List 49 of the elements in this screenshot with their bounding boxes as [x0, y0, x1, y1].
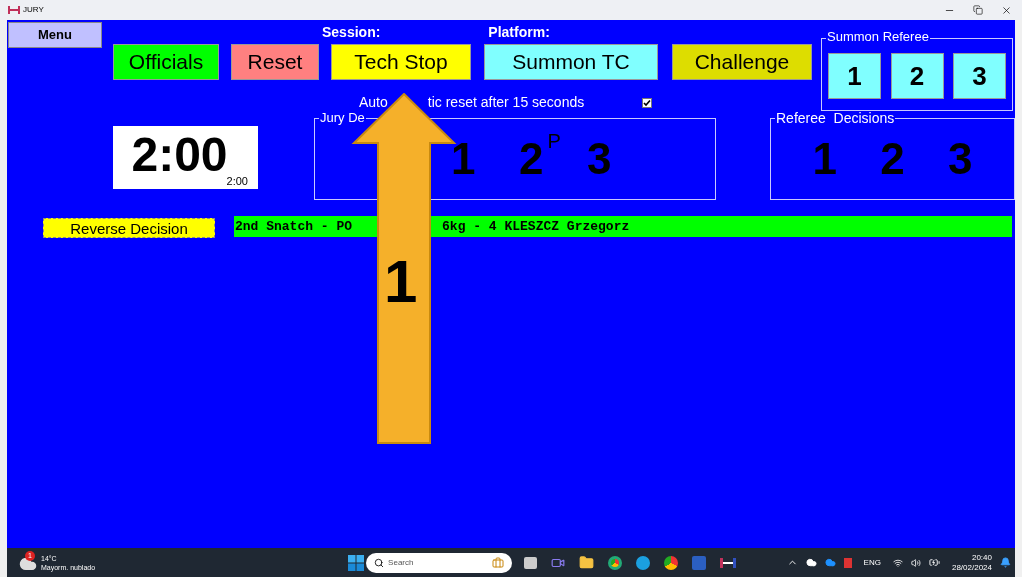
task-view-icon[interactable]	[524, 556, 538, 569]
session-label: Session:	[322, 22, 381, 42]
platform-label: Platform:	[488, 22, 550, 42]
group-title: Summon Referee	[826, 30, 930, 43]
action-button[interactable]: Officials	[113, 44, 219, 80]
auto-reset-checkbox[interactable]	[642, 97, 653, 108]
attempt-text: 2nd Snatch - PO	[235, 217, 353, 236]
start-icon[interactable]	[348, 554, 365, 571]
folder-icon[interactable]	[579, 555, 595, 570]
jury-decision: 2	[519, 137, 544, 181]
app-logo-icon	[8, 6, 20, 14]
volume-icon[interactable]	[910, 557, 921, 568]
summon-referee-button[interactable]: 3	[953, 53, 1006, 99]
clock-time[interactable]: 20:40	[971, 553, 992, 562]
summon-referee-button[interactable]: 1	[828, 53, 881, 99]
timer-sub: 2:00	[226, 176, 248, 187]
action-button[interactable]: Summon TC	[484, 44, 658, 80]
clock-date[interactable]: 28/02/2024	[951, 563, 992, 572]
wifi-icon[interactable]	[892, 557, 903, 568]
action-button[interactable]: Tech Stop	[331, 44, 471, 80]
browser-icon[interactable]	[608, 555, 623, 570]
restore-icon[interactable]	[973, 5, 983, 15]
summon-referee-button[interactable]: 2	[890, 53, 944, 99]
notification-icon[interactable]	[1000, 557, 1011, 568]
close-icon[interactable]	[1001, 4, 1012, 16]
action-button[interactable]: Reset	[231, 44, 319, 80]
app-logo-icon[interactable]	[720, 557, 737, 568]
auto-reset-text: tic reset after 15 seconds	[427, 93, 585, 112]
window-title: JURY	[23, 4, 44, 16]
jury-decision: 1	[451, 137, 476, 181]
referee-decision: 1	[812, 137, 838, 181]
briefcase-icon	[492, 556, 505, 569]
search-field[interactable]: Search	[366, 552, 513, 573]
referee-decision: 3	[947, 137, 973, 181]
annotation-number: 1	[384, 252, 418, 312]
group-title: Referee Decisions	[775, 111, 896, 125]
auto-reset-text: Auto	[359, 93, 388, 112]
reverse-decision-button[interactable]: Reverse Decision	[43, 218, 215, 238]
referee-decision: 2	[880, 137, 905, 181]
browser-icon[interactable]	[664, 555, 679, 570]
decision-mark: P	[547, 131, 561, 151]
timer-main: 2:00	[131, 130, 228, 179]
search-icon	[374, 557, 385, 568]
action-button[interactable]: Challenge	[672, 44, 812, 80]
language-indicator[interactable]: ENG	[863, 556, 881, 569]
group-title: Jury De	[319, 111, 366, 124]
jury-decision: 3	[587, 137, 612, 181]
menu-button[interactable]: Menu	[8, 22, 102, 48]
attempt-text: 6kg - 4 KLESZCZ Grzegorz	[442, 217, 630, 236]
